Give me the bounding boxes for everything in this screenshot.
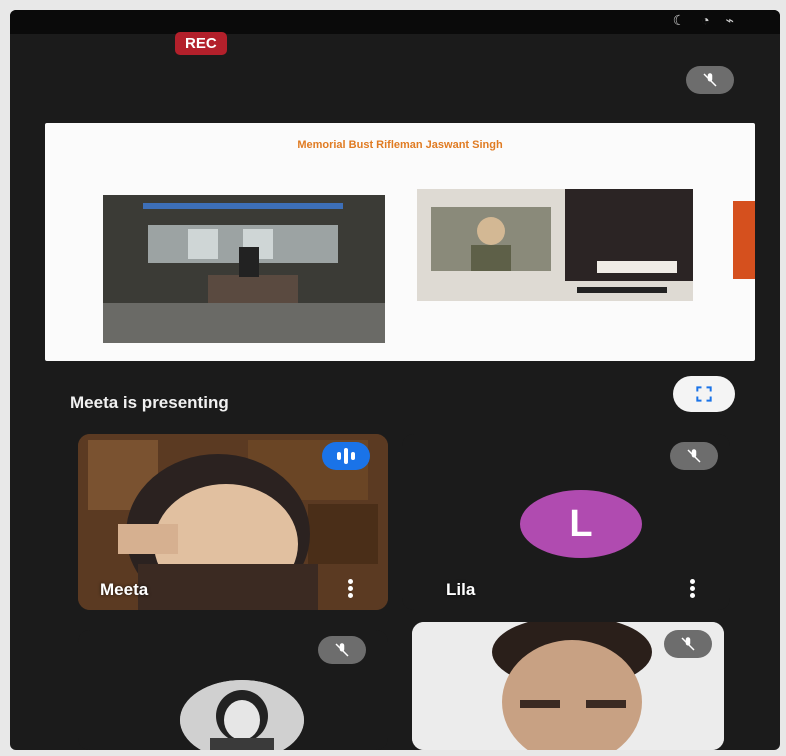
slide-title: Memorial Bust Rifleman Jaswant Singh: [297, 139, 503, 151]
recording-badge: REC: [175, 32, 227, 55]
mic-off-icon: [670, 442, 718, 470]
more-vert-icon[interactable]: [346, 578, 354, 598]
mic-off-icon: [318, 636, 366, 664]
presentation-screen[interactable]: Memorial Bust Rifleman Jaswant Singh: [45, 123, 755, 361]
mic-off-icon: [664, 630, 712, 658]
more-vert-icon[interactable]: [688, 578, 696, 598]
status-icons: ☾ ◔ ⌁: [672, 12, 740, 28]
participant-name: Lila: [446, 580, 476, 599]
presenting-label: Meeta is presenting: [70, 393, 229, 412]
participant-name: Meeta: [100, 580, 149, 599]
participant-tile[interactable]: [78, 630, 388, 750]
participant-tile-meeta[interactable]: Meeta: [78, 434, 388, 610]
meeting-screen: ☾ ◔ ⌁ REC Memorial Bust Rifleman Jaswant…: [10, 10, 780, 750]
avatar: [180, 680, 304, 750]
participant-tile[interactable]: [412, 622, 724, 750]
slide-photo-bust: [103, 195, 385, 343]
slide-accent: [733, 201, 755, 279]
slide-photo-portrait: [417, 189, 693, 301]
fullscreen-icon: [696, 386, 712, 402]
participant-tile-lila[interactable]: L Lila: [402, 434, 730, 610]
mic-off-icon: [686, 66, 734, 94]
audio-level-icon: [322, 442, 370, 470]
fullscreen-button[interactable]: [673, 376, 735, 412]
avatar: L: [520, 490, 642, 558]
status-bar: ☾ ◔ ⌁: [10, 10, 780, 34]
